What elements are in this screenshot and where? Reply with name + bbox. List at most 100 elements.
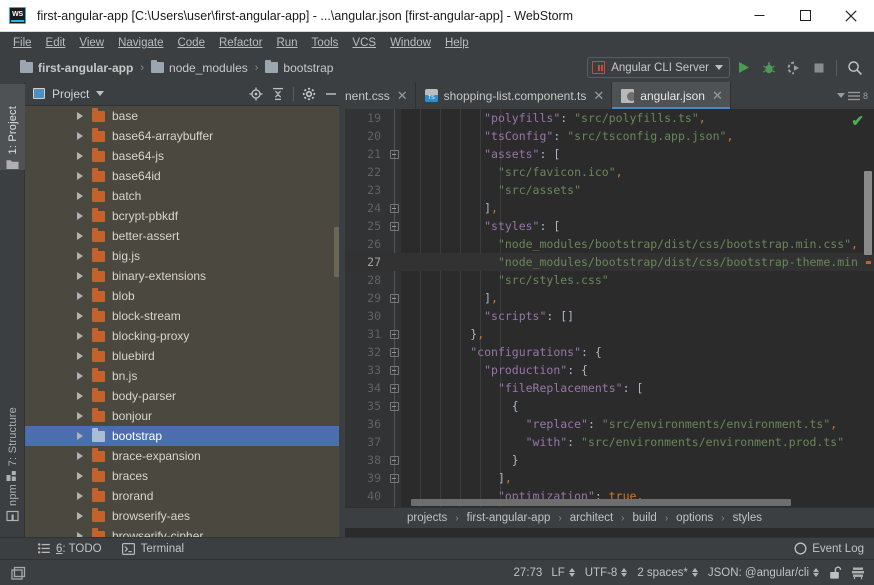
fold-toggle-icon[interactable] [388, 379, 400, 397]
editor-error-stripe-mark[interactable] [866, 261, 871, 264]
structure-crumb-first-angular-app[interactable]: first-angular-app [467, 512, 551, 524]
chevron-right-icon[interactable] [77, 252, 83, 260]
code-line[interactable]: 23 "src/assets" [345, 181, 874, 199]
tree-item[interactable]: big.js [25, 246, 345, 266]
tree-item[interactable]: bn.js [25, 366, 345, 386]
chevron-down-icon[interactable] [96, 91, 104, 96]
code-line[interactable]: 20 "tsConfig": "src/tsconfig.app.json", [345, 127, 874, 145]
unlocked-padlock-icon[interactable] [829, 566, 842, 580]
editor-tab-css[interactable]: nent.css ✕ [345, 82, 416, 109]
chevron-right-icon[interactable] [77, 472, 83, 480]
menu-tools[interactable]: Tools [305, 35, 346, 51]
scroll-from-source-icon[interactable] [246, 84, 266, 104]
navbar-crumb-bootstrap[interactable]: bootstrap [265, 61, 333, 75]
menu-window[interactable]: Window [383, 35, 438, 51]
inspection-ok-icon[interactable]: ✔ [851, 114, 864, 129]
code-line[interactable]: 31 }, [345, 325, 874, 343]
close-icon[interactable]: ✕ [593, 89, 604, 102]
minimize-icon[interactable] [736, 0, 782, 32]
code-line[interactable]: 35 { [345, 397, 874, 415]
tree-item[interactable]: base64id [25, 166, 345, 186]
menu-refactor[interactable]: Refactor [212, 35, 269, 51]
menu-help[interactable]: Help [438, 35, 476, 51]
menu-run[interactable]: Run [269, 35, 304, 51]
tree-item-bootstrap[interactable]: bootstrap [25, 426, 345, 446]
chevron-right-icon[interactable] [77, 452, 83, 460]
show-tool-windows-icon[interactable] [10, 565, 27, 581]
structure-crumb-build[interactable]: build [633, 512, 657, 524]
chevron-right-icon[interactable] [77, 512, 83, 520]
fold-toggle-icon[interactable] [388, 289, 400, 307]
menu-view[interactable]: View [72, 35, 111, 51]
code-line[interactable]: 21 "assets": [ [345, 145, 874, 163]
menu-navigate[interactable]: Navigate [111, 35, 170, 51]
chevron-right-icon[interactable] [77, 192, 83, 200]
code-line[interactable]: 30 "scripts": [] [345, 307, 874, 325]
fold-toggle-icon[interactable] [388, 361, 400, 379]
tree-item[interactable]: browserify-aes [25, 506, 345, 526]
code-line[interactable]: 22 "src/favicon.ico", [345, 163, 874, 181]
structure-crumb-styles[interactable]: styles [733, 512, 762, 524]
editor-tab-shopping-list-component[interactable]: TS shopping-list.component.ts ✕ [416, 82, 613, 109]
code-line[interactable]: 24 ], [345, 199, 874, 217]
navbar-crumb-project[interactable]: first-angular-app [20, 61, 133, 75]
close-icon[interactable]: ✕ [397, 89, 408, 102]
settings-gear-icon[interactable] [299, 84, 319, 104]
tree-item[interactable]: better-assert [25, 226, 345, 246]
json-schema-selector[interactable]: JSON: @angular/cli [708, 567, 820, 579]
tree-item[interactable]: block-stream [25, 306, 345, 326]
tree-item[interactable]: browserify-cipher [25, 526, 345, 537]
fold-toggle-icon[interactable] [388, 145, 400, 163]
editor-vertical-scrollbar[interactable] [864, 171, 872, 255]
indent-selector[interactable]: 2 spaces* [637, 567, 699, 579]
fold-toggle-icon[interactable] [388, 199, 400, 217]
encoding-selector[interactable]: UTF-8 [585, 567, 629, 579]
event-log-button[interactable]: Event Log [794, 542, 874, 555]
code-line[interactable]: 36 "replace": "src/environments/environm… [345, 415, 874, 433]
code-line[interactable]: 38 } [345, 451, 874, 469]
menu-edit[interactable]: Edit [39, 35, 73, 51]
tool-button-project[interactable]: 1: Project [0, 84, 25, 170]
chevron-right-icon[interactable] [77, 432, 83, 440]
tree-item[interactable]: base64-js [25, 146, 345, 166]
chevron-right-icon[interactable] [77, 112, 83, 120]
tab-list-icon[interactable] [848, 91, 860, 101]
run-configuration-selector[interactable]: Angular CLI Server [587, 57, 730, 78]
fold-toggle-icon[interactable] [388, 343, 400, 361]
structure-crumb-options[interactable]: options [676, 512, 713, 524]
code-line[interactable]: 28 "src/styles.css" [345, 271, 874, 289]
tree-item[interactable]: batch [25, 186, 345, 206]
fold-toggle-icon[interactable] [388, 469, 400, 487]
fold-toggle-icon[interactable] [388, 325, 400, 343]
tree-item[interactable]: blob [25, 286, 345, 306]
code-line[interactable]: 34 "fileReplacements": [ [345, 379, 874, 397]
tree-item[interactable]: base64-arraybuffer [25, 126, 345, 146]
tree-item[interactable]: bcrypt-pbkdf [25, 206, 345, 226]
close-icon[interactable] [828, 0, 874, 32]
code-line[interactable]: 37 "with": "src/environments/environment… [345, 433, 874, 451]
code-lines[interactable]: 19 "polyfills": "src/polyfills.ts",20 "t… [345, 109, 874, 507]
chevron-right-icon[interactable] [77, 212, 83, 220]
tool-window-terminal[interactable]: Terminal [112, 543, 194, 555]
menu-code[interactable]: Code [170, 35, 212, 51]
chevron-right-icon[interactable] [77, 392, 83, 400]
chevron-right-icon[interactable] [77, 272, 83, 280]
menu-vcs[interactable]: VCS [345, 35, 383, 51]
chevron-right-icon[interactable] [77, 312, 83, 320]
navbar-crumb-node-modules[interactable]: node_modules [151, 61, 248, 75]
chevron-right-icon[interactable] [77, 152, 83, 160]
code-line[interactable]: 19 "polyfills": "src/polyfills.ts", [345, 109, 874, 127]
code-line[interactable]: 29 ], [345, 289, 874, 307]
chevron-right-icon[interactable] [77, 132, 83, 140]
chevron-right-icon[interactable] [77, 292, 83, 300]
tree-item[interactable]: bluebird [25, 346, 345, 366]
line-separator-selector[interactable]: LF [551, 567, 575, 579]
code-line[interactable]: 32 "configurations": { [345, 343, 874, 361]
code-editor[interactable]: 19 "polyfills": "src/polyfills.ts",20 "t… [345, 109, 874, 507]
close-icon[interactable]: ✕ [712, 89, 723, 102]
tree-item[interactable]: body-parser [25, 386, 345, 406]
tree-item[interactable]: blocking-proxy [25, 326, 345, 346]
structure-crumb-architect[interactable]: architect [570, 512, 613, 524]
debug-button[interactable] [757, 56, 780, 79]
code-line[interactable]: 33 "production": { [345, 361, 874, 379]
